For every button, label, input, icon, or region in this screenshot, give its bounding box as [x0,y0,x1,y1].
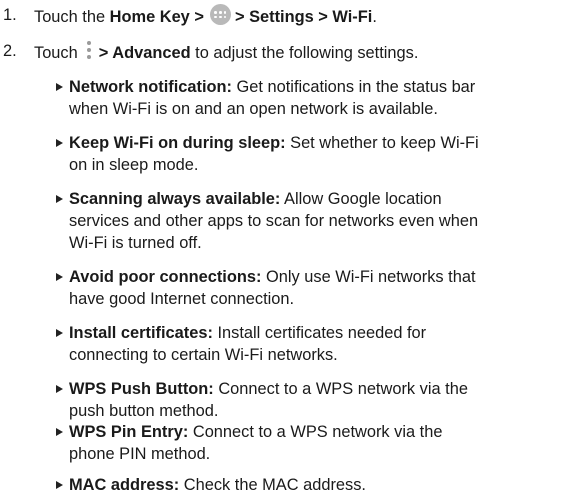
bullet-triangle-icon [56,428,63,436]
setting-description: Connect to a WPS network via the [188,423,443,441]
bullet-triangle-icon [56,273,63,281]
step-2-touch: Touch [34,44,78,62]
setting-term: WPS Pin Entry: [69,423,189,441]
setting-description-continued: Wi-Fi is turned off. [69,234,202,252]
setting-description-continued: on in sleep mode. [69,156,199,174]
apps-circle-icon [209,4,231,25]
setting-description-continued: connecting to certain Wi-Fi networks. [69,346,338,364]
step-1-touch: Touch the [34,8,106,26]
bullet-triangle-icon [56,83,63,91]
setting-term: WPS Push Button: [69,380,214,398]
setting-description-continued: services and other apps to scan for netw… [69,212,479,230]
setting-description: Set whether to keep Wi-Fi [285,134,479,152]
bullet-triangle-icon [56,139,63,147]
setting-description: Check the MAC address. [179,476,366,494]
bullet-triangle-icon [56,195,63,203]
step-2-text: Touch > Advanced to adjust the following … [34,40,418,64]
step-1-number: 1. [3,6,17,24]
setting-description: Get notifications in the status bar [232,78,476,96]
step-1-home-key: Home Key > [109,8,204,26]
setting-term: Avoid poor connections: [69,268,262,286]
bullet-triangle-icon [56,385,63,393]
bullet-triangle-icon [56,481,63,489]
setting-description: Only use Wi-Fi networks that [261,268,476,286]
setting-term: Network notification: [69,78,232,96]
step-2-number: 2. [3,42,17,60]
setting-description-continued: phone PIN method. [69,445,211,463]
setting-description: Install certificates needed for [212,324,427,342]
setting-description: Allow Google location [280,190,442,208]
step-1-text: Touch the Home Key > > Settings > Wi-Fi. [34,4,377,28]
setting-description-continued: have good Internet connection. [69,290,295,308]
setting-term: Install certificates: [69,324,213,342]
vertical-dots-menu-icon [85,40,93,61]
setting-term: Keep Wi-Fi on during sleep: [69,134,286,152]
setting-description: Connect to a WPS network via the [213,380,468,398]
step-1-settings-path: > Settings > Wi-Fi [234,8,373,26]
step-2-rest: to adjust the following settings. [195,44,419,62]
wifi-instructions-document: 1. Touch the Home Key > > Settings > Wi-F… [0,0,572,500]
setting-description-continued: when Wi-Fi is on and an open network is … [69,100,438,118]
step-1-period: . [372,8,377,26]
setting-term: Scanning always available: [69,190,281,208]
bullet-triangle-icon [56,329,63,337]
setting-description-continued: push button method. [69,402,219,420]
setting-term: MAC address: [69,476,180,494]
step-2-advanced: > Advanced [98,44,191,62]
